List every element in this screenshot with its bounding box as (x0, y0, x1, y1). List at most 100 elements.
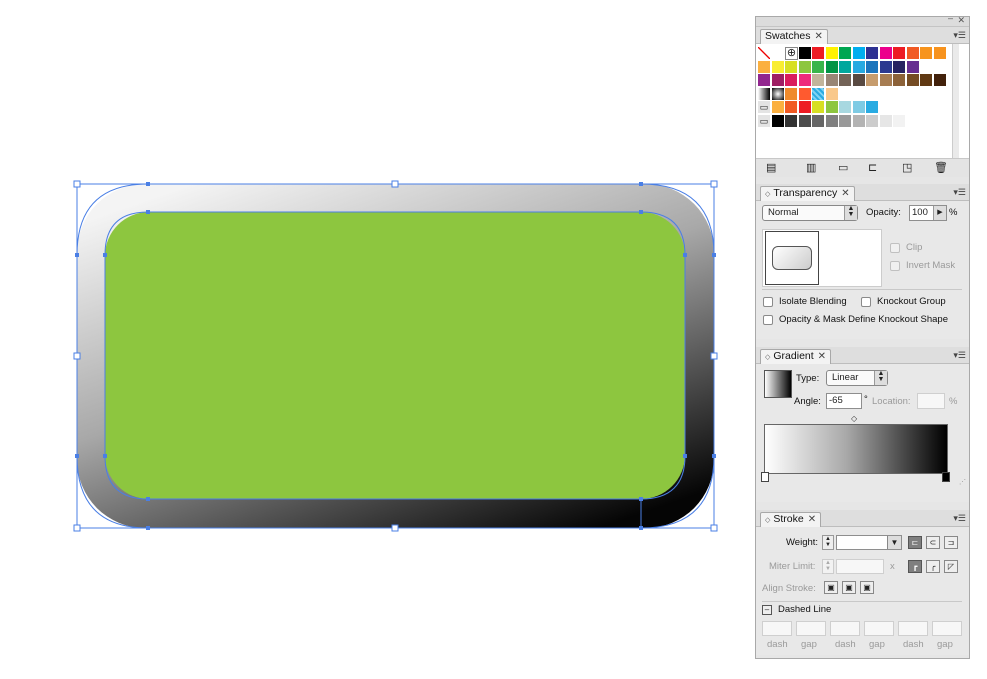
swatch[interactable] (785, 114, 798, 128)
swatch[interactable] (812, 47, 825, 60)
new-swatch-icon[interactable]: ◳ (902, 161, 912, 174)
blend-mode-select[interactable]: Normal ▲ ▼ (762, 205, 858, 221)
swatch[interactable] (825, 114, 839, 128)
collapse-icon[interactable]: – (948, 13, 953, 23)
swatch[interactable] (906, 60, 920, 74)
miter-join-icon[interactable]: ┏ (908, 560, 922, 573)
swatch[interactable] (771, 60, 785, 74)
gap-field[interactable] (796, 621, 826, 636)
swatch[interactable] (852, 60, 866, 74)
swatches-scrollbar[interactable] (952, 44, 959, 164)
swatch[interactable] (839, 60, 852, 74)
swatch[interactable] (866, 74, 879, 87)
gradient-swatch-preview[interactable] (764, 370, 792, 398)
swatch[interactable] (906, 47, 920, 60)
close-icon[interactable]: ✕ (841, 188, 849, 199)
weight-stepper[interactable]: ▲ ▼ (822, 535, 834, 550)
swatch[interactable] (893, 114, 906, 128)
gradient-slider-bar[interactable] (764, 424, 948, 474)
swatch[interactable] (866, 101, 879, 114)
gradient-type-select[interactable]: Linear ▲ ▼ (826, 370, 888, 386)
butt-cap-icon[interactable]: ⊏ (908, 536, 922, 549)
green-inner-shape[interactable] (105, 212, 685, 499)
swatch[interactable] (839, 114, 852, 128)
color-group-folder-icon[interactable]: ▭ (758, 114, 771, 128)
opacity-slider-icon[interactable]: ▶ (933, 206, 946, 220)
clip-checkbox[interactable] (890, 243, 900, 253)
align-center-icon[interactable]: ▣ (824, 581, 838, 594)
swatch[interactable] (825, 74, 839, 87)
round-cap-icon[interactable]: ⊂ (926, 536, 940, 549)
angle-field[interactable]: -65 (826, 393, 862, 409)
swatch[interactable] (839, 47, 852, 60)
opacity-field[interactable]: 100 ▶ (909, 205, 947, 221)
close-icon[interactable]: ✕ (808, 514, 816, 525)
swatch[interactable] (785, 60, 798, 74)
dash-field[interactable] (830, 621, 860, 636)
swatch[interactable] (852, 47, 866, 60)
swatch-gradient[interactable] (758, 87, 771, 101)
swatch-libraries-icon[interactable]: ▤ (766, 161, 776, 174)
expand-icon[interactable]: ◇ (765, 354, 770, 361)
swatch[interactable] (812, 101, 825, 114)
swatch[interactable] (906, 114, 920, 128)
tab-swatches[interactable]: Swatches ✕ (760, 29, 828, 44)
swatch-radial-gradient[interactable] (771, 87, 785, 101)
swatch-pattern[interactable] (812, 87, 825, 101)
round-join-icon[interactable]: ╭ (926, 560, 940, 573)
dash-field[interactable] (898, 621, 928, 636)
swatch[interactable] (798, 47, 812, 60)
swatch[interactable] (839, 74, 852, 87)
swatch[interactable] (812, 60, 825, 74)
panel-menu-icon[interactable]: ▾☰ (953, 187, 966, 198)
swatch[interactable] (852, 114, 866, 128)
swatch[interactable] (798, 74, 812, 87)
panel-menu-icon[interactable]: ▾☰ (953, 350, 966, 361)
gradient-stop-white[interactable] (761, 472, 769, 482)
artwork-thumbnail[interactable] (765, 231, 819, 285)
swatch[interactable] (906, 74, 920, 87)
weight-dropdown-icon[interactable]: ▼ (887, 536, 901, 549)
miter-stepper[interactable]: ▲ ▼ (822, 559, 834, 574)
panel-menu-icon[interactable]: ▾☰ (953, 30, 966, 41)
show-swatch-kinds-icon[interactable]: ▥ (806, 161, 816, 174)
swatch[interactable] (758, 60, 771, 74)
delete-swatch-icon[interactable]: 🗑 (934, 161, 948, 174)
close-icon[interactable]: ✕ (815, 31, 823, 42)
close-icon[interactable]: ✕ (957, 15, 965, 26)
swatch[interactable] (825, 47, 839, 60)
swatch[interactable] (785, 87, 798, 101)
swatch[interactable] (798, 114, 812, 128)
swatch[interactable] (893, 47, 906, 60)
swatch[interactable] (920, 74, 933, 87)
swatch[interactable] (798, 87, 812, 101)
location-field[interactable] (917, 393, 945, 409)
weight-field[interactable]: ▼ (836, 535, 902, 550)
projecting-cap-icon[interactable]: ⊐ (944, 536, 958, 549)
swatch[interactable] (758, 74, 771, 87)
swatch-registration[interactable]: ⊕ (785, 47, 798, 60)
swatch[interactable] (893, 60, 906, 74)
align-outside-icon[interactable]: ▣ (860, 581, 874, 594)
swatch[interactable] (798, 101, 812, 114)
swatch[interactable] (771, 74, 785, 87)
gap-field[interactable] (864, 621, 894, 636)
swatch[interactable] (852, 74, 866, 87)
invert-mask-checkbox[interactable] (890, 261, 900, 271)
miter-limit-field[interactable] (836, 559, 884, 574)
swatch-options-icon[interactable]: ▭ (838, 161, 848, 174)
swatch[interactable] (879, 74, 893, 87)
swatch[interactable] (879, 60, 893, 74)
swatch[interactable] (825, 60, 839, 74)
swatch[interactable] (866, 60, 879, 74)
swatch[interactable] (798, 60, 812, 74)
isolate-blending-checkbox[interactable] (763, 297, 773, 307)
dash-field[interactable] (762, 621, 792, 636)
swatch[interactable] (771, 47, 785, 60)
swatch[interactable] (785, 101, 798, 114)
swatch[interactable] (879, 47, 893, 60)
tab-transparency[interactable]: ◇ Transparency ✕ (760, 186, 855, 201)
resize-grip-icon[interactable]: ⋰ (959, 478, 966, 486)
swatch[interactable] (839, 101, 852, 114)
gap-field[interactable] (932, 621, 962, 636)
